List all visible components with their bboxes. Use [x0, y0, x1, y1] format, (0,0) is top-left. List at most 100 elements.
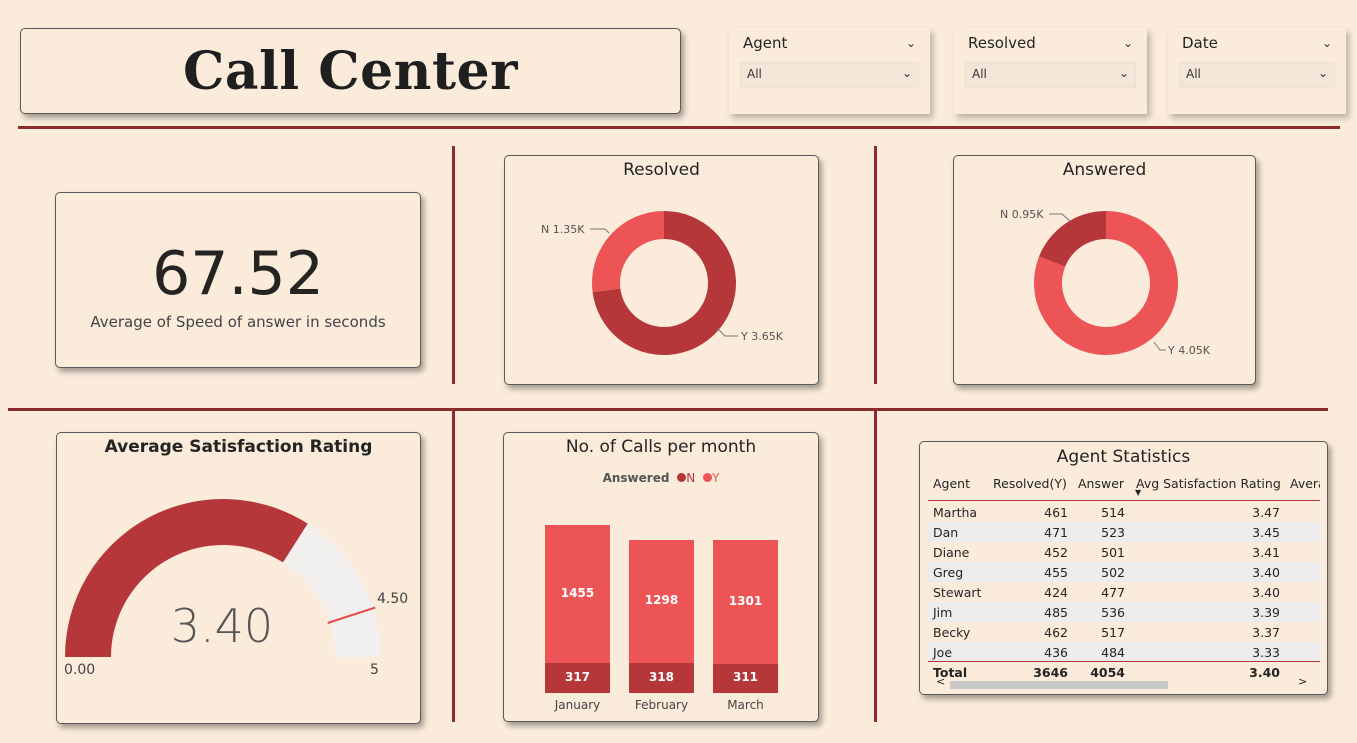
- chevron-down-icon[interactable]: ⌄: [1318, 66, 1328, 80]
- chevron-down-icon[interactable]: ⌄: [1322, 36, 1332, 50]
- resolved-slice-n[interactable]: [592, 211, 664, 293]
- answered-slice-n[interactable]: [1039, 211, 1106, 267]
- cell-agent: Martha: [933, 505, 978, 520]
- gauge-max-label: 5: [370, 662, 379, 678]
- bar-data-label: 1298: [644, 593, 679, 608]
- cell-avg-satisfaction: 3.40: [1252, 565, 1280, 580]
- agent-table[interactable]: Agent Resolved(Y) Answer Avg Satisfactio…: [928, 472, 1320, 688]
- resolved-donut-card: Resolved N 1.35K Y 3.65K: [504, 155, 819, 385]
- cell-agent: Joe: [933, 645, 953, 660]
- leader-line: [716, 327, 738, 337]
- leader-line: [1049, 213, 1072, 223]
- table-row[interactable]: Martha 461 514 3.47: [928, 502, 1320, 522]
- bar-data-label: 318: [648, 669, 675, 684]
- resolved-slicer-label: Resolved: [968, 34, 1036, 52]
- page-title: Call Center: [183, 41, 518, 102]
- resolved-dropdown[interactable]: All ⌄: [965, 62, 1136, 88]
- table-row[interactable]: Diane 452 501 3.41: [928, 542, 1320, 562]
- agent-slicer[interactable]: Agent ⌄ All ⌄: [729, 28, 930, 114]
- kpi-card: 67.52 Average of Speed of answer in seco…: [55, 192, 421, 368]
- cell-avg-satisfaction: 3.33: [1252, 645, 1280, 660]
- table-row[interactable]: Stewart 424 477 3.40: [928, 582, 1320, 602]
- resolved-y-label[interactable]: Y 3.65K: [740, 330, 784, 343]
- cell-avg-satisfaction: 3.40: [1252, 585, 1280, 600]
- bar-data-label: 1455: [560, 585, 595, 600]
- cell-resolved: 462: [1044, 625, 1068, 640]
- scroll-left-icon[interactable]: <: [936, 675, 945, 688]
- answered-y-label[interactable]: Y 4.05K: [1167, 344, 1211, 357]
- cell-resolved: 424: [1044, 585, 1068, 600]
- cell-answer: 502: [1101, 565, 1125, 580]
- answered-donut-card: Answered N 0.95K Y 4.05K: [953, 155, 1256, 385]
- table-row[interactable]: Dan 471 523 3.45: [928, 522, 1320, 542]
- scroll-right-icon[interactable]: >: [1298, 675, 1307, 688]
- cell-answer: 484: [1101, 645, 1125, 660]
- col-header-avg-satisfaction[interactable]: Avg Satisfaction Rating: [1136, 476, 1281, 491]
- resolved-n-label[interactable]: N 1.35K: [541, 223, 585, 236]
- cell-agent: Diane: [933, 545, 970, 560]
- header-rule: [928, 500, 1320, 501]
- resolved-donut-chart: N 1.35K Y 3.65K: [541, 211, 784, 355]
- col-header-resolved[interactable]: Resolved(Y): [993, 476, 1067, 491]
- col-header-average[interactable]: Avera: [1290, 476, 1320, 491]
- cell-agent: Jim: [933, 605, 953, 620]
- x-axis-label: February: [634, 698, 689, 712]
- column-divider: [452, 410, 455, 722]
- scrollbar-thumb[interactable]: [950, 681, 1168, 689]
- calls-bars: 317 1455 January 318 1298 February 311 1301 Marc…: [504, 433, 820, 723]
- table-row[interactable]: Greg 455 502 3.40: [928, 562, 1320, 582]
- date-dropdown-value: All: [1186, 67, 1201, 81]
- col-header-agent[interactable]: Agent: [933, 476, 970, 491]
- calls-chart-card: No. of Calls per month Answered N Y 317 1…: [503, 432, 819, 722]
- column-divider: [874, 410, 877, 722]
- cell-avg-satisfaction: 3.41: [1252, 545, 1280, 560]
- table-row[interactable]: Jim 485 536 3.39: [928, 602, 1320, 622]
- gauge-target-label: 4.50: [377, 591, 409, 607]
- date-dropdown[interactable]: All ⌄: [1179, 62, 1335, 88]
- column-divider: [452, 146, 455, 384]
- col-header-answer[interactable]: Answer: [1078, 476, 1124, 491]
- cell-avg-satisfaction: 3.37: [1252, 625, 1280, 640]
- chevron-down-icon[interactable]: ⌄: [902, 66, 912, 80]
- cell-agent: Becky: [933, 625, 971, 640]
- resolved-slicer[interactable]: Resolved ⌄ All ⌄: [954, 28, 1147, 114]
- chevron-down-icon[interactable]: ⌄: [1119, 66, 1129, 80]
- cell-avg-satisfaction: 3.47: [1252, 505, 1280, 520]
- bar-data-label: 1301: [728, 593, 763, 608]
- sort-desc-icon[interactable]: ▼: [1135, 488, 1141, 497]
- date-slicer[interactable]: Date ⌄ All ⌄: [1168, 28, 1346, 114]
- x-axis-label: March: [727, 698, 764, 712]
- gauge-value: 3.40: [170, 599, 274, 653]
- cell-agent: Greg: [933, 565, 964, 580]
- bar-data-label: 317: [564, 669, 591, 684]
- agent-slicer-label: Agent: [743, 34, 788, 52]
- chevron-down-icon[interactable]: ⌄: [1123, 36, 1133, 50]
- horizontal-scrollbar[interactable]: < >: [928, 675, 1320, 691]
- title-card: Call Center: [20, 28, 681, 114]
- cell-agent: Stewart: [933, 585, 982, 600]
- agent-dropdown[interactable]: All ⌄: [740, 62, 919, 88]
- x-axis-label: January: [554, 698, 601, 712]
- resolved-dropdown-value: All: [972, 67, 987, 81]
- column-divider: [874, 146, 877, 384]
- cell-resolved: 452: [1044, 545, 1068, 560]
- table-row[interactable]: Joe 436 484 3.33: [928, 642, 1320, 662]
- table-header: Agent Resolved(Y) Answer Avg Satisfactio…: [928, 472, 1320, 497]
- agent-table-title: Agent Statistics: [1056, 447, 1191, 467]
- cell-avg-satisfaction: 3.39: [1252, 605, 1280, 620]
- bar-data-label: 311: [732, 670, 759, 685]
- satisfaction-gauge[interactable]: [57, 433, 422, 725]
- answered-n-label[interactable]: N 0.95K: [1000, 208, 1044, 221]
- chevron-down-icon[interactable]: ⌄: [906, 36, 916, 50]
- cell-agent: Dan: [933, 525, 959, 540]
- cell-avg-satisfaction: 3.45: [1252, 525, 1280, 540]
- table-row[interactable]: Becky 462 517 3.37: [928, 622, 1320, 642]
- leader-line: [590, 228, 610, 234]
- gauge-card: Average Satisfaction Rating 3.40 0.00 5 …: [56, 432, 421, 724]
- cell-answer: 536: [1101, 605, 1125, 620]
- row-divider: [8, 408, 1328, 411]
- leader-line: [1153, 341, 1166, 351]
- answered-donut-chart: N 0.95K Y 4.05K: [1000, 208, 1211, 357]
- agent-dropdown-value: All: [747, 67, 762, 81]
- cell-resolved: 461: [1044, 505, 1068, 520]
